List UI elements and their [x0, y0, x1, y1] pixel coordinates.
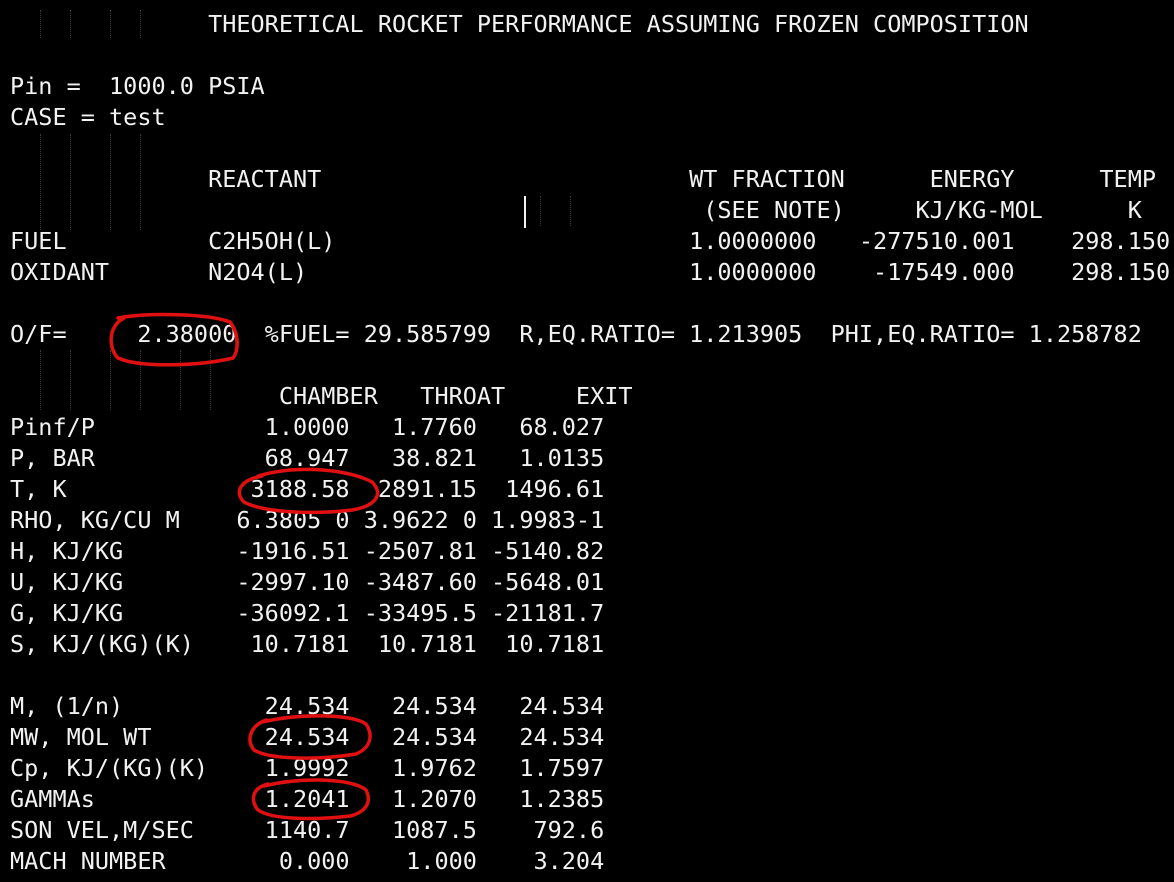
report-line: T, K 3188.58 2891.15 1496.61	[10, 475, 605, 503]
report-line: FUEL C2H5OH(L) 1.0000000 -277510.001 298…	[10, 227, 1171, 255]
report-line: RHO, KG/CU M 6.3805 0 3.9622 0 1.9983-1	[10, 506, 605, 534]
report-line: H, KJ/KG -1916.51 -2507.81 -5140.82	[10, 537, 605, 565]
report-line: Pinf/P 1.0000 1.7760 68.027	[10, 413, 605, 441]
report-line: GAMMAs 1.2041 1.2070 1.2385	[10, 785, 605, 813]
report-line: MACH NUMBER 0.000 1.000 3.204	[10, 847, 605, 875]
report-line: M, (1/n) 24.534 24.534 24.534	[10, 692, 605, 720]
report-line: REACTANT WT FRACTION ENERGY TEMP	[10, 165, 1157, 193]
report-line: CHAMBER THROAT EXIT	[10, 382, 633, 410]
report-line: Pin = 1000.0 PSIA	[10, 72, 265, 100]
report-line: P, BAR 68.947 38.821 1.0135	[10, 444, 605, 472]
report-line: OXIDANT N2O4(L) 1.0000000 -17549.000 298…	[10, 258, 1171, 286]
report-line: G, KJ/KG -36092.1 -33495.5 -21181.7	[10, 599, 605, 627]
report-line: O/F= 2.38000 %FUEL= 29.585799 R,EQ.RATIO…	[10, 320, 1142, 348]
report-line: MW, MOL WT 24.534 24.534 24.534	[10, 723, 605, 751]
report-line: S, KJ/(KG)(K) 10.7181 10.7181 10.7181	[10, 630, 605, 658]
report-line: CASE = test	[10, 103, 166, 131]
report-line: SON VEL,M/SEC 1140.7 1087.5 792.6	[10, 816, 605, 844]
report-line: (SEE NOTE) KJ/KG-MOL K	[10, 196, 1142, 224]
text-editor-view[interactable]: THEORETICAL ROCKET PERFORMANCE ASSUMING …	[0, 0, 1174, 882]
report-line: THEORETICAL ROCKET PERFORMANCE ASSUMING …	[10, 10, 1029, 38]
text-cursor	[524, 196, 526, 228]
report-line: U, KJ/KG -2997.10 -3487.60 -5648.01	[10, 568, 605, 596]
report-line: Cp, KJ/(KG)(K) 1.9992 1.9762 1.7597	[10, 754, 605, 782]
